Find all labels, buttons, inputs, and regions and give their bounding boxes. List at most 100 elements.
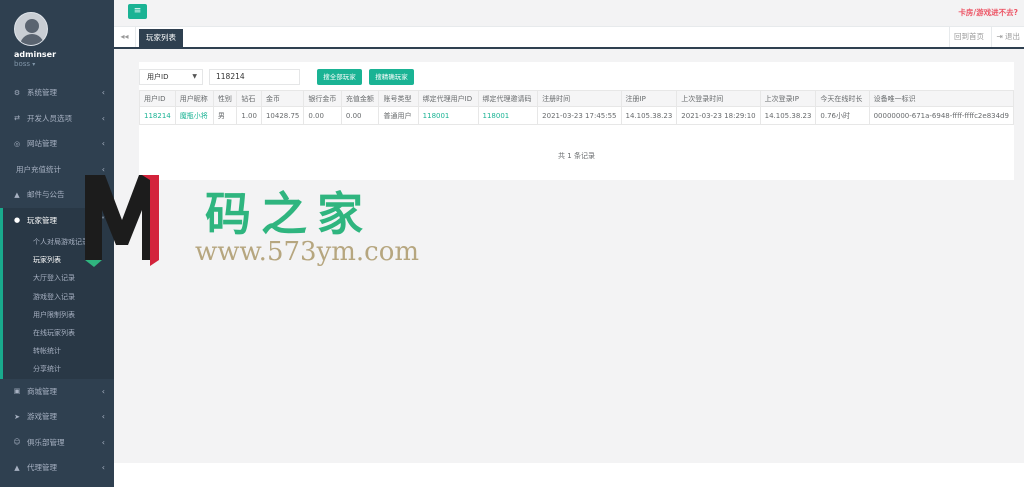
- table-header[interactable]: 账号类型: [378, 90, 419, 107]
- footer-area: [114, 463, 1024, 487]
- table-header[interactable]: 上次登录IP: [759, 90, 817, 107]
- sidebar-item-club[interactable]: ☺ 俱乐部管理 ‹: [0, 430, 114, 456]
- chevron-left-icon: ‹: [101, 139, 105, 149]
- invite-code-link[interactable]: 118001: [477, 106, 539, 125]
- chevron-left-icon: ‹: [101, 88, 105, 98]
- table-header[interactable]: 设备唯一标识: [868, 90, 1015, 107]
- table-header-row: 用户ID 用户昵称 性别 钻石 金币 银行金币 充值金额 账号类型 绑定代理用户…: [139, 90, 1015, 107]
- sidebar-item-label: 商城管理: [27, 386, 57, 396]
- watermark-text: 码之家: [205, 187, 373, 241]
- top-notice-link[interactable]: 卡房/游戏进不去?: [958, 7, 1018, 18]
- logout-button[interactable]: ⇥ 退出: [991, 27, 1024, 47]
- chevron-left-icon: ‹: [101, 412, 105, 422]
- table-header[interactable]: 用户ID: [139, 90, 176, 107]
- table-cell: 14.105.38.23: [620, 106, 678, 125]
- table-header[interactable]: 注册IP: [620, 90, 678, 107]
- table-cell: 10428.75: [260, 106, 305, 125]
- search-all-players-button[interactable]: 搜全部玩家: [317, 69, 362, 85]
- hamburger-icon: ≡: [133, 6, 142, 16]
- caret-down-icon: ▾: [32, 61, 36, 68]
- sign-out-icon: ⇥: [996, 32, 1003, 41]
- sidebar-item-label: 俱乐部管理: [27, 437, 65, 447]
- player-table: 用户ID 用户昵称 性别 钻石 金币 银行金币 充值金额 账号类型 绑定代理用户…: [139, 90, 1015, 125]
- chevron-left-icon: ‹: [101, 386, 105, 396]
- sidebar-subitem-lobby-login[interactable]: 大厅登入记录: [3, 269, 114, 287]
- user-icon: ●: [13, 216, 21, 225]
- users-icon: ☺: [13, 438, 21, 447]
- chevron-left-icon: ‹: [101, 463, 105, 473]
- table-cell: 0.00: [303, 106, 342, 125]
- search-input[interactable]: 118214: [209, 69, 300, 85]
- table-header[interactable]: 钻石: [236, 90, 262, 107]
- sidebar-item-agent[interactable]: ▲ 代理管理 ‹: [0, 455, 114, 481]
- chevron-left-icon: ‹: [101, 113, 105, 123]
- table-cell: 2021-03-23 18:29:10: [676, 106, 761, 125]
- bell-icon: ▲: [14, 190, 20, 199]
- table-header[interactable]: 性别: [212, 90, 238, 107]
- table-cell: 0.00: [340, 106, 380, 125]
- sidebar-item-label: 开发人员选项: [27, 113, 72, 123]
- sidebar-item-game[interactable]: ➤ 游戏管理 ‹: [0, 404, 114, 430]
- sidebar-item-label: 网站管理: [27, 139, 57, 149]
- record-count: 共 1 条记录: [558, 152, 595, 160]
- table-cell: 14.105.38.23: [759, 106, 817, 125]
- sidebar-item-label: 代理管理: [27, 463, 57, 473]
- profile-role-label: boss: [14, 60, 31, 68]
- sidebar-subitem-online-players[interactable]: 在线玩家列表: [3, 324, 114, 342]
- sidebar-subitem-share-stats[interactable]: 分享统计: [3, 360, 114, 378]
- tab-player-list[interactable]: 玩家列表: [139, 29, 183, 47]
- field-select-value: 用户ID: [147, 73, 169, 81]
- table-cell: 0.76小时: [815, 106, 870, 125]
- sidebar-item-website[interactable]: ◎ 网站管理 ‹: [0, 131, 114, 157]
- profile-role[interactable]: boss ▾: [14, 60, 114, 68]
- table-header[interactable]: 绑定代理用户ID: [417, 90, 479, 107]
- avatar[interactable]: [14, 12, 48, 46]
- table-cell: 2021-03-23 17:45:55: [537, 106, 622, 125]
- table-cell: 1.00: [236, 106, 262, 125]
- user-icon: ▲: [14, 463, 20, 472]
- sidebar-subitem-user-restrict[interactable]: 用户限制列表: [3, 306, 114, 324]
- search-exact-player-button[interactable]: 搜精确玩家: [369, 69, 414, 85]
- logout-label: 退出: [1005, 32, 1020, 41]
- watermark-logo: [85, 175, 159, 267]
- table-header[interactable]: 充值金额: [340, 90, 380, 107]
- paper-plane-icon: ➤: [14, 412, 20, 421]
- cart-icon: ▣: [13, 387, 21, 396]
- watermark-url: www.573ym.com: [195, 237, 420, 267]
- sidebar-subitem-game-login[interactable]: 游戏登入记录: [3, 288, 114, 306]
- tabs-back-button[interactable]: ◂◂: [114, 27, 136, 47]
- table-header[interactable]: 金币: [260, 90, 305, 107]
- sidebar-item-system[interactable]: ⚙ 系统管理 ‹: [0, 80, 114, 106]
- user-id-link[interactable]: 118214: [139, 106, 176, 125]
- table-header[interactable]: 用户昵称: [174, 90, 214, 107]
- nickname-link[interactable]: 魔瓶小将: [174, 106, 214, 125]
- top-navbar: ≡ 卡房/游戏进不去?: [114, 0, 1024, 27]
- table-header[interactable]: 绑定代理邀请码: [477, 90, 539, 107]
- chevron-left-icon: ‹: [101, 437, 105, 447]
- sidebar-item-label: 玩家管理: [27, 215, 57, 225]
- profile-name[interactable]: adminser: [14, 50, 114, 59]
- table-header[interactable]: 今天在线时长: [815, 90, 870, 107]
- sidebar-item-shop[interactable]: ▣ 商城管理 ‹: [0, 379, 114, 405]
- exchange-icon: ⇄: [14, 114, 20, 123]
- profile: adminser boss ▾: [0, 0, 114, 80]
- sidebar-item-developer[interactable]: ⇄ 开发人员选项 ‹: [0, 106, 114, 132]
- table-header[interactable]: 上次登录时间: [676, 90, 761, 107]
- table-header[interactable]: 注册时间: [537, 90, 622, 107]
- home-tab-button[interactable]: 回到首页: [949, 27, 988, 47]
- agent-id-link[interactable]: 118001: [417, 106, 479, 125]
- menu-toggle-button[interactable]: ≡: [128, 4, 147, 19]
- sidebar-subitem-transfer-stats[interactable]: 转帐统计: [3, 342, 114, 360]
- table-header[interactable]: 银行金币: [303, 90, 342, 107]
- sidebar-item-label: 用户充值统计: [16, 164, 61, 174]
- table-cell: 普通用户: [378, 106, 419, 125]
- table-cell: 00000000-671a-6948-ffff-ffffc2e834d9: [868, 106, 1015, 125]
- double-chevron-left-icon: ◂◂: [120, 32, 129, 41]
- sidebar-item-label: 邮件与公告: [27, 190, 65, 200]
- gears-icon: ⚙: [13, 88, 21, 97]
- sidebar-item-label: 游戏管理: [27, 412, 57, 422]
- dashboard-icon: ◎: [13, 139, 21, 148]
- field-select[interactable]: 用户ID ▼: [139, 69, 203, 85]
- chevron-down-icon: ▼: [192, 73, 197, 80]
- table-cell: 男: [212, 106, 238, 125]
